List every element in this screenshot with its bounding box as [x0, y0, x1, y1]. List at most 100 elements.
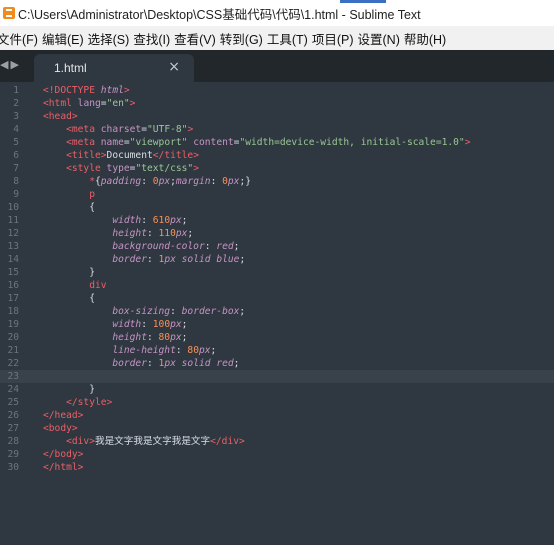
- code-line[interactable]: 6 <title>Document</title>: [0, 149, 554, 162]
- code-line[interactable]: 10 {: [0, 201, 554, 214]
- code-line[interactable]: 8 *{padding: 0px;margin: 0px;}: [0, 175, 554, 188]
- code-text: border: 1px solid red;: [112, 358, 240, 369]
- code-line[interactable]: 3 <head>: [0, 110, 554, 123]
- code-line[interactable]: 16 div: [0, 279, 554, 292]
- code-text: <head>: [43, 111, 78, 122]
- code-line[interactable]: 14 border: 1px solid blue;: [0, 253, 554, 266]
- code-text: </body>: [43, 449, 84, 460]
- code-line[interactable]: 30 </html>: [0, 461, 554, 474]
- line-number: 16: [7, 280, 19, 291]
- code-line[interactable]: 7 <style type="text/css">: [0, 162, 554, 175]
- line-number: 28: [7, 436, 19, 447]
- line-number: 11: [7, 215, 19, 226]
- code-line[interactable]: 17 {: [0, 292, 554, 305]
- code-text: <html lang="en">: [43, 98, 136, 109]
- code-text: </style>: [66, 397, 113, 408]
- code-text: border: 1px solid blue;: [112, 254, 246, 265]
- code-text: <!DOCTYPE html>: [43, 85, 130, 96]
- code-line[interactable]: 26 </head>: [0, 409, 554, 422]
- code-editor[interactable]: 1 <!DOCTYPE html> 2 <html lang="en"> 3 <head>…: [0, 82, 554, 545]
- code-line[interactable]: 24 }: [0, 383, 554, 396]
- line-number: 27: [7, 423, 19, 434]
- code-text: </head>: [43, 410, 84, 421]
- code-text: <div>我是文字我是文字我是文字</div>: [66, 436, 245, 447]
- code-text: width: 610px;: [112, 215, 188, 226]
- code-text: }: [43, 267, 95, 278]
- code-text: </html>: [43, 462, 84, 473]
- code-text: {: [43, 202, 95, 213]
- line-number: 8: [13, 176, 19, 187]
- code-text: <style type="text/css">: [66, 163, 199, 174]
- code-line[interactable]: 11 width: 610px;: [0, 214, 554, 227]
- menu-file[interactable]: 文件(F): [0, 29, 45, 48]
- line-number: 24: [7, 384, 19, 395]
- line-number: 25: [7, 397, 19, 408]
- tab-back-icon[interactable]: ◀: [0, 58, 10, 71]
- code-text: box-sizing: border-box;: [112, 306, 246, 317]
- code-text: *{padding: 0px;margin: 0px;}: [89, 176, 252, 187]
- code-line[interactable]: 25 </style>: [0, 396, 554, 409]
- menu-view[interactable]: 查看(V): [174, 29, 223, 48]
- line-number: 26: [7, 410, 19, 421]
- line-number: 9: [13, 189, 19, 200]
- menu-find[interactable]: 查找(I): [133, 29, 177, 48]
- code-line[interactable]: 1 <!DOCTYPE html>: [0, 84, 554, 97]
- line-number: 19: [7, 319, 19, 330]
- line-number: 30: [7, 462, 19, 473]
- code-line[interactable]: 18 box-sizing: border-box;: [0, 305, 554, 318]
- window-title: C:\Users\Administrator\Desktop\CSS基础代码\代…: [18, 7, 421, 22]
- code-line[interactable]: 20 height: 80px;: [0, 331, 554, 344]
- line-number: 14: [7, 254, 19, 265]
- code-text: div: [89, 280, 107, 291]
- menu-help[interactable]: 帮助(H): [404, 29, 453, 48]
- code-text: {: [43, 293, 95, 304]
- menu-selection[interactable]: 选择(S): [88, 29, 137, 48]
- code-line[interactable]: 5 <meta name="viewport" content="width=d…: [0, 136, 554, 149]
- sublime-logo-icon: [3, 7, 15, 19]
- code-line[interactable]: 29 </body>: [0, 448, 554, 461]
- line-number: 17: [7, 293, 19, 304]
- code-line[interactable]: 13 background-color: red;: [0, 240, 554, 253]
- line-number: 7: [13, 163, 19, 174]
- line-number: 13: [7, 241, 19, 252]
- tab-label: 1.html: [54, 61, 87, 75]
- code-line[interactable]: 9 p: [0, 188, 554, 201]
- line-number: 5: [13, 137, 19, 148]
- code-text: height: 80px;: [112, 332, 188, 343]
- code-line[interactable]: 21 line-height: 80px;: [0, 344, 554, 357]
- tab-forward-icon[interactable]: ▶: [10, 58, 20, 71]
- close-icon[interactable]: ×: [168, 59, 180, 75]
- code-line[interactable]: 27 <body>: [0, 422, 554, 435]
- menu-goto[interactable]: 转到(G): [220, 29, 270, 48]
- menu-preferences[interactable]: 设置(N): [358, 29, 407, 48]
- line-number: 21: [7, 345, 19, 356]
- line-number: 1: [13, 85, 19, 96]
- code-line[interactable]: 12 height: 110px;: [0, 227, 554, 240]
- code-line[interactable]: 15 }: [0, 266, 554, 279]
- line-number: 15: [7, 267, 19, 278]
- code-line[interactable]: 4 <meta charset="UTF-8">: [0, 123, 554, 136]
- tab-nav: ◀▶: [0, 58, 21, 71]
- line-number: 12: [7, 228, 19, 239]
- code-line[interactable]: 2 <html lang="en">: [0, 97, 554, 110]
- line-number: 22: [7, 358, 19, 369]
- code-line[interactable]: 23: [0, 370, 554, 383]
- code-text: }: [43, 384, 95, 395]
- title-bar: C:\Users\Administrator\Desktop\CSS基础代码\代…: [0, 0, 554, 26]
- line-number: 2: [13, 98, 19, 109]
- code-text: height: 110px;: [112, 228, 194, 239]
- line-number: 6: [13, 150, 19, 161]
- line-number: 23: [7, 371, 19, 382]
- tab-1-html[interactable]: 1.html ×: [34, 54, 194, 82]
- menu-tools[interactable]: 工具(T): [267, 29, 315, 48]
- code-line[interactable]: 19 width: 100px;: [0, 318, 554, 331]
- menu-edit[interactable]: 编辑(E): [42, 29, 91, 48]
- code-text: <meta name="viewport" content="width=dev…: [66, 137, 471, 148]
- menu-project[interactable]: 项目(P): [312, 29, 361, 48]
- line-number: 20: [7, 332, 19, 343]
- code-line[interactable]: 28 <div>我是文字我是文字我是文字</div>: [0, 435, 554, 448]
- tab-bar: ◀▶ 1.html ×: [0, 50, 554, 82]
- code-text: line-height: 80px;: [112, 345, 217, 356]
- code-line[interactable]: 22 border: 1px solid red;: [0, 357, 554, 370]
- line-number: 10: [7, 202, 19, 213]
